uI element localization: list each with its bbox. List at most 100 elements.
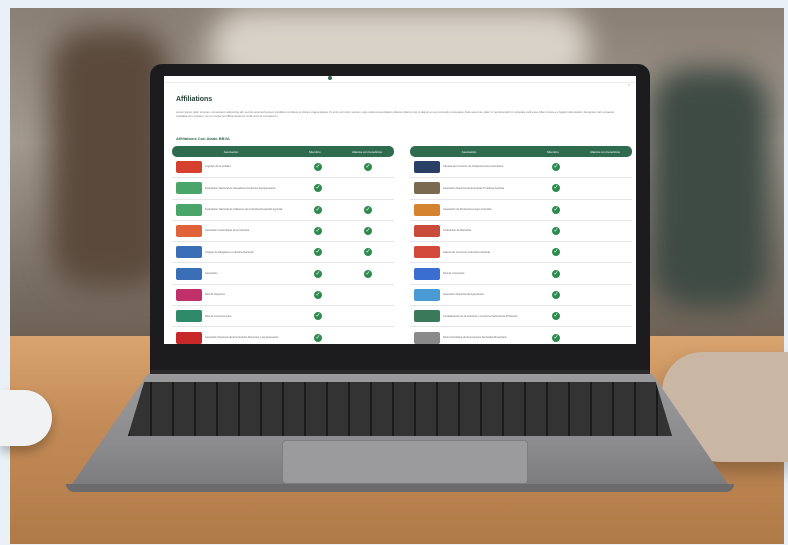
association-name: Logotipo de la entidad: [205, 165, 231, 169]
table-header: Asociación Miembro Alianza con beneficio…: [172, 146, 394, 157]
member-cell: ✓: [531, 227, 581, 236]
check-icon: ✓: [364, 269, 372, 278]
table-row: Confederación de la Industria y Comercio…: [410, 306, 632, 328]
association-name: Asociación Nacional de Empresas Turístic…: [443, 186, 505, 190]
association-name: Federación Nacional de Cafeteros de Colo…: [205, 208, 283, 212]
check-icon: ✓: [552, 248, 560, 257]
association-name: Cámara de Comercio de Infraestructura Co…: [443, 165, 504, 169]
column-header-member: Miembro: [547, 149, 559, 154]
association-logo: [176, 225, 202, 238]
check-icon: ✓: [364, 205, 372, 214]
check-icon: ✓: [314, 227, 322, 236]
check-icon: ✓: [364, 227, 372, 236]
trackpad: [282, 440, 528, 484]
table-row: Asociación Colombiana de la Industria ✓ ✓: [172, 221, 394, 243]
affiliations-table-right: Asociación Miembro Alianza con beneficio…: [410, 146, 632, 344]
association-logo: [414, 225, 440, 238]
alliance-cell: ✓: [343, 163, 393, 172]
check-icon: ✓: [314, 290, 322, 299]
table-row: Red de Negocios ✓: [172, 285, 394, 307]
column-header-alliance: Alianza con beneficios: [352, 149, 382, 154]
affiliations-table-left: Asociación Miembro Alianza con beneficio…: [172, 146, 394, 344]
table-row: Logotipo de la entidad ✓ ✓: [172, 157, 394, 179]
association-logo: [414, 267, 440, 280]
alliance-cell: ✓: [343, 227, 393, 236]
member-cell: ✓: [531, 163, 581, 172]
member-cell: ✓: [531, 205, 581, 214]
member-cell: ✓: [293, 184, 343, 193]
member-cell: ✓: [531, 290, 581, 299]
association-name: Asociación Nacional de Agua Rural: [443, 293, 484, 297]
blurred-chair: [650, 68, 770, 308]
association-logo: [176, 246, 202, 259]
check-icon: ✓: [364, 248, 372, 257]
laptop-front-edge: [66, 484, 734, 492]
check-icon: ✓: [314, 184, 322, 193]
association-logo: [414, 310, 440, 323]
table-row: Alianza de Comercio Colombia Industrial ✓: [410, 242, 632, 264]
check-icon: ✓: [314, 333, 322, 342]
check-icon: ✓: [552, 205, 560, 214]
association-name: Asociación Nacional de Empresarios Alime…: [205, 335, 279, 339]
member-cell: ✓: [293, 333, 343, 342]
association-logo: [414, 331, 440, 344]
check-icon: ✓: [552, 312, 560, 321]
association-logo: [176, 310, 202, 323]
member-cell: ✓: [531, 312, 581, 321]
association-name: Asociación: [205, 271, 218, 275]
association-name: Confederación de la Industria y Comercio…: [443, 314, 518, 318]
member-cell: ✓: [293, 312, 343, 321]
member-cell: ✓: [293, 227, 343, 236]
check-icon: ✓: [314, 269, 322, 278]
member-cell: ✓: [293, 269, 343, 278]
association-logo: [176, 161, 202, 174]
table-row: Cámara de Comercio de Infraestructura Co…: [410, 157, 632, 179]
check-icon: ✓: [552, 184, 560, 193]
check-icon: ✓: [314, 163, 322, 172]
association-logo: [414, 203, 440, 216]
association-name: Colegio de Abogados e Industria Nacional: [205, 250, 254, 254]
keyboard: [128, 382, 672, 436]
table-row: Asociación Nacional de Agua Rural ✓: [410, 285, 632, 307]
table-row: Asociación Nacional de Empresarios Alime…: [172, 327, 394, 344]
check-icon: ✓: [314, 205, 322, 214]
check-icon: ✓: [552, 227, 560, 236]
member-cell: ✓: [531, 248, 581, 257]
column-header-association: Asociación: [461, 149, 477, 154]
table-row: Asociación Nacional de Empresas Turístic…: [410, 178, 632, 200]
member-cell: ✓: [293, 163, 343, 172]
close-icon[interactable]: ×: [628, 82, 630, 87]
alliance-cell: ✓: [343, 269, 393, 278]
member-cell: ✓: [293, 290, 343, 299]
association-logo: [176, 203, 202, 216]
association-logo: [414, 182, 440, 195]
member-cell: ✓: [531, 184, 581, 193]
table-row: Colegio de Abogados e Industria Nacional…: [172, 242, 394, 264]
page-title: Affiliations: [176, 96, 213, 103]
association-logo: [176, 331, 202, 344]
section-title: Affiliations Con Alado BBVA: [176, 136, 230, 141]
member-cell: ✓: [293, 248, 343, 257]
camera-dot: [328, 76, 332, 80]
association-logo: [414, 288, 440, 301]
check-icon: ✓: [552, 290, 560, 299]
association-name: Red Colombiana de Empresarios Sociedad A…: [443, 335, 507, 339]
table-row: Federación Nacional de Cafeteros de Colo…: [172, 200, 394, 221]
check-icon: ✓: [314, 248, 322, 257]
association-name: Red de Comercios: [443, 271, 465, 275]
check-icon: ✓: [552, 333, 560, 342]
alliance-cell: ✓: [343, 205, 393, 214]
laptop-screen: × Affiliations Lorem ipsum dolor sit ame…: [164, 76, 636, 344]
table-row: Red de Comercio justo ✓: [172, 306, 394, 328]
alliance-cell: ✓: [343, 248, 393, 257]
association-logo: [414, 161, 440, 174]
association-logo: [414, 246, 440, 259]
association-name: Red de Comercio justo: [205, 314, 232, 318]
screen-topbar: ×: [164, 76, 636, 87]
table-header: Asociación Miembro Alianza con beneficio…: [410, 146, 632, 157]
table-row: Asociación de Productores Agro Colombia ✓: [410, 200, 632, 221]
column-header-alliance: Alianza con beneficios: [590, 149, 620, 154]
member-cell: ✓: [531, 333, 581, 342]
association-name: Red de Negocios: [205, 293, 225, 297]
check-icon: ✓: [314, 312, 322, 321]
